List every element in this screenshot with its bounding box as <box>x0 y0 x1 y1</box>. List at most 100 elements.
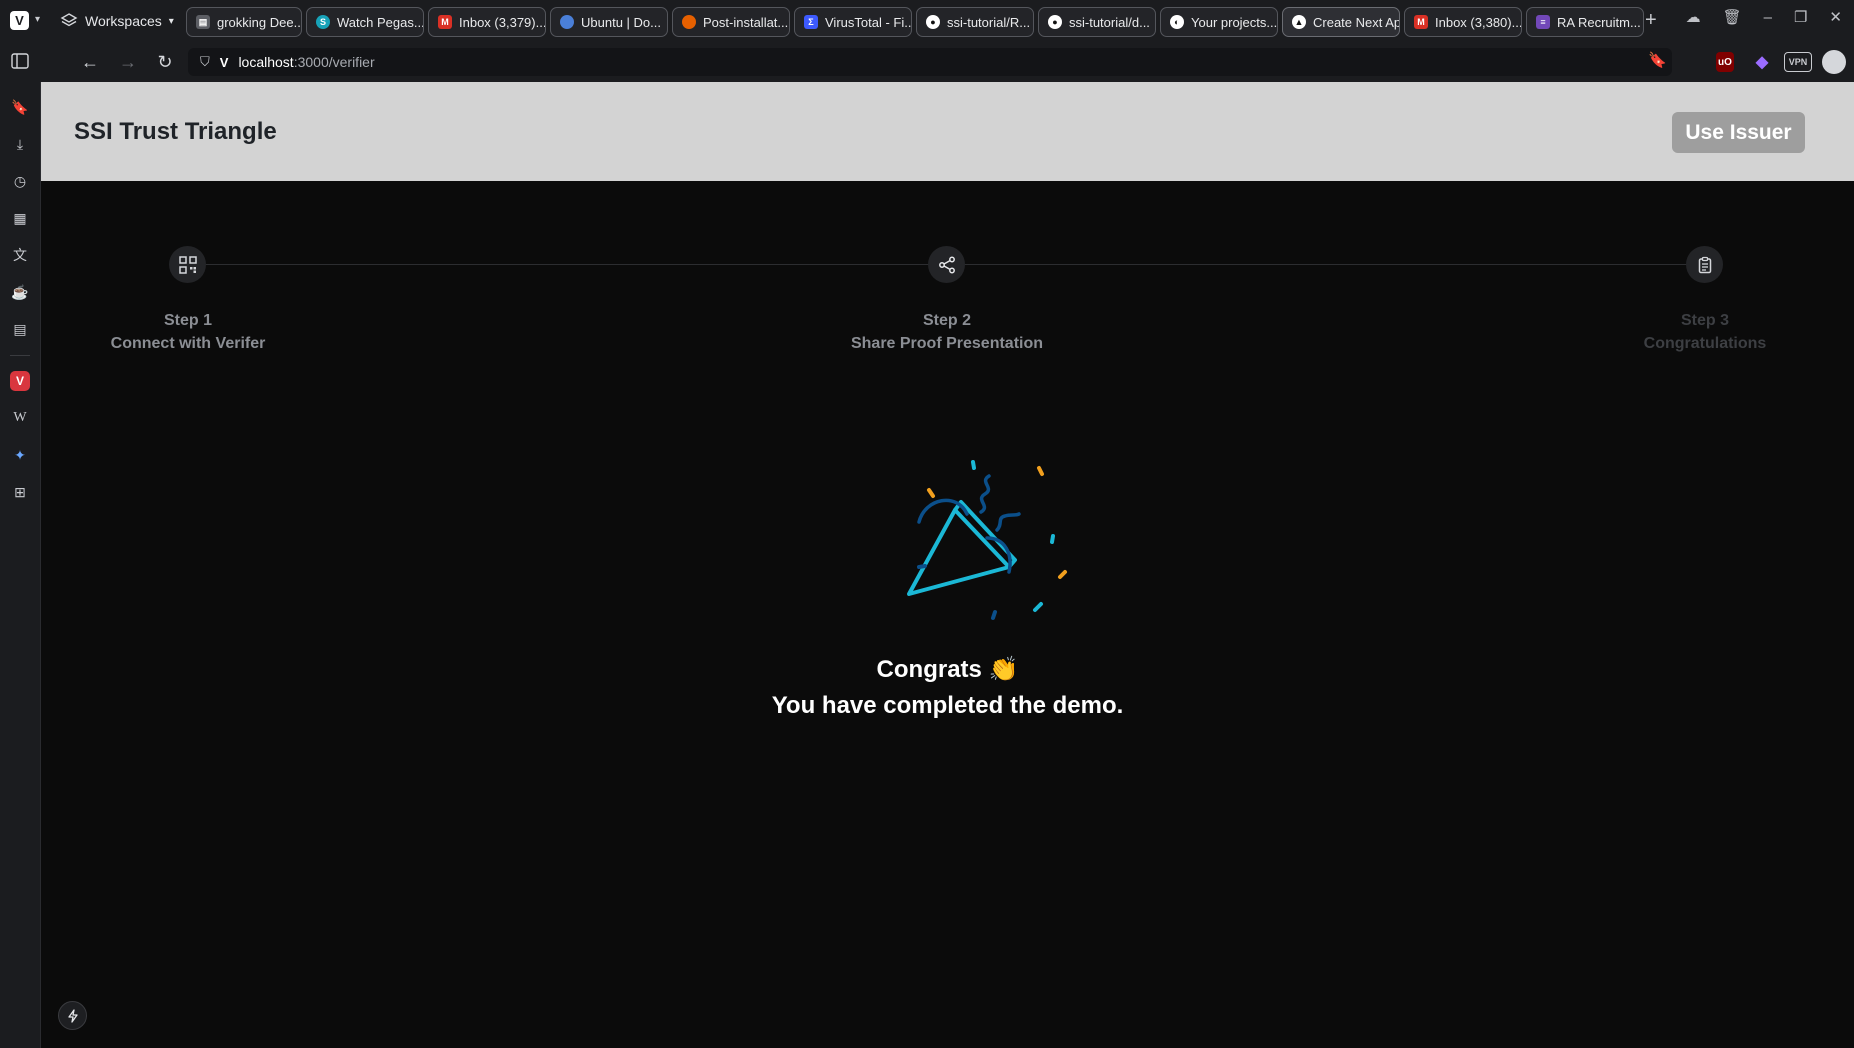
shield-icon[interactable]: ⛉ <box>200 54 210 70</box>
vpn-icon[interactable]: VPN <box>1784 52 1812 72</box>
workspaces-label: Workspaces <box>85 13 162 29</box>
github-icon: ● <box>1048 15 1062 29</box>
window-controls: ☁ 🗑 – ❐ ✕ <box>1686 8 1842 27</box>
browser-side-panel: 🔖 ⤓ ◷ ▦ 文 ☕ ▤ V W ✦ ⊞ <box>0 82 41 1048</box>
maximize-icon[interactable]: ❐ <box>1794 8 1807 26</box>
step-1-subtitle: Connect with Verifer <box>110 335 266 352</box>
gmail-icon: M <box>438 15 452 29</box>
back-icon[interactable]: ← <box>79 51 101 73</box>
url-host: localhost <box>238 54 294 70</box>
tab-your-projects[interactable]: ◐ Your projects... <box>1160 7 1278 37</box>
clipboard-icon <box>1698 256 1711 273</box>
add-panel-icon[interactable]: ⊞ <box>10 482 30 502</box>
party-popper-illustration <box>907 460 1067 620</box>
tab-label: Post-installat... <box>703 14 789 30</box>
share-icon <box>938 256 955 273</box>
minimize-icon[interactable]: – <box>1764 9 1772 26</box>
tab-ubuntu[interactable]: Ubuntu | Do... <box>550 7 668 37</box>
gemini-panel-icon[interactable]: ✦ <box>10 445 30 465</box>
calendar-panel-icon[interactable]: ▦ <box>10 208 30 228</box>
gmail-icon: M <box>1414 15 1428 29</box>
github-icon: ● <box>926 15 940 29</box>
cloud-sync-icon[interactable]: ☁ <box>1686 8 1701 26</box>
chevron-down-icon[interactable]: ▾ <box>35 14 40 25</box>
wikipedia-panel-icon[interactable]: W <box>10 408 30 428</box>
tab-label: VirusTotal - Fi... <box>825 14 912 30</box>
trash-icon[interactable]: 🗑 <box>1723 8 1742 26</box>
tab-create-next-app[interactable]: ▲ Create Next Ap <box>1282 7 1400 37</box>
layers-icon <box>60 13 78 27</box>
downloads-panel-icon[interactable]: ⤓ <box>10 134 30 154</box>
step-2-title: Step 2 <box>922 312 971 329</box>
forward-icon[interactable]: → <box>117 51 139 73</box>
vivaldi-menu-icon[interactable]: V <box>10 11 29 30</box>
site-v-icon: V <box>219 54 229 70</box>
step-3-circle <box>1686 246 1723 283</box>
tab-label: Inbox (3,379)... <box>459 14 546 30</box>
tab-label: ssi-tutorial/R... <box>947 14 1031 30</box>
translate-panel-icon[interactable]: 文 <box>10 245 30 265</box>
completed-message: You have completed the demo. <box>771 692 1124 719</box>
bookmark-icon[interactable]: 🔖 <box>1648 51 1667 69</box>
use-issuer-button[interactable]: Use Issuer <box>1672 112 1805 153</box>
reload-icon[interactable]: ↻ <box>154 51 176 73</box>
step-2-subtitle: Share Proof Presentation <box>850 335 1044 352</box>
doc-icon: ▤ <box>196 15 210 29</box>
step-2-circle <box>928 246 965 283</box>
next-icon: ▲ <box>1292 15 1306 29</box>
tab-label: grokking Dee... <box>217 14 302 30</box>
panel-toggle-icon[interactable] <box>9 51 31 73</box>
project-icon: ◐ <box>1170 15 1184 29</box>
browser-tab-strip: V ▾ Workspaces ▾ ▤ grokking Dee... S Watch… <box>0 0 1854 42</box>
tab-label: Ubuntu | Do... <box>581 14 661 30</box>
globe-icon <box>560 15 574 29</box>
tab-list: ▤ grokking Dee... S Watch Pegas... M Inbox … <box>186 7 1644 37</box>
url-path: :3000/verifier <box>293 54 375 70</box>
ublock-icon[interactable]: uO <box>1716 52 1734 72</box>
reader-panel-icon[interactable]: ☕ <box>10 282 30 302</box>
firefox-icon <box>682 15 696 29</box>
tab-label: RA Recruitm... <box>1557 14 1641 30</box>
tab-grokking[interactable]: ▤ grokking Dee... <box>186 7 302 37</box>
dev-tools-button[interactable] <box>58 1001 87 1030</box>
tab-ssi-tutorial-d[interactable]: ● ssi-tutorial/d... <box>1038 7 1156 37</box>
forms-icon: ≡ <box>1536 15 1550 29</box>
step-3-title: Step 3 <box>1680 312 1729 329</box>
tab-inbox-3379[interactable]: M Inbox (3,379)... <box>428 7 546 37</box>
s-icon: S <box>316 15 330 29</box>
step-1-title: Step 1 <box>163 312 212 329</box>
panel-divider <box>10 355 30 356</box>
lightning-bolt-icon <box>67 1008 78 1023</box>
tab-ra-recruitment[interactable]: ≡ RA Recruitm... <box>1526 7 1644 37</box>
virustotal-icon: Σ <box>804 15 818 29</box>
tab-inbox-3380[interactable]: M Inbox (3,380)... <box>1404 7 1522 37</box>
browser-address-bar: ← → ↻ ⛉ V localhost:3000/verifier 🔖 uO ◆… <box>0 42 1854 82</box>
step-3-subtitle: Congratulations <box>1643 335 1767 352</box>
tab-label: Watch Pegas... <box>337 14 424 30</box>
tab-label: ssi-tutorial/d... <box>1069 14 1150 30</box>
new-tab-button[interactable]: + <box>1645 9 1657 31</box>
tab-virustotal[interactable]: Σ VirusTotal - Fi... <box>794 7 912 37</box>
site-title: SSI Trust Triangle <box>74 118 277 145</box>
workspaces-button[interactable]: Workspaces ▾ <box>60 9 174 33</box>
tab-label: Create Next Ap <box>1313 14 1400 30</box>
site-header: SSI Trust Triangle Use Issuer <box>41 82 1854 181</box>
notes-panel-icon[interactable]: ▤ <box>10 319 30 339</box>
chevron-down-icon: ▾ <box>168 15 174 27</box>
congrats-heading: Congrats 👏 <box>876 656 1019 683</box>
url-field[interactable]: ⛉ V localhost:3000/verifier <box>188 48 1672 76</box>
tab-label: Inbox (3,380)... <box>1435 14 1522 30</box>
tab-watch-pegasus[interactable]: S Watch Pegas... <box>306 7 424 37</box>
profile-avatar-icon[interactable] <box>1822 50 1846 74</box>
close-icon[interactable]: ✕ <box>1829 8 1842 26</box>
bookmarks-panel-icon[interactable]: 🔖 <box>10 97 30 117</box>
qr-code-icon <box>178 255 197 274</box>
vivaldi-panel-icon[interactable]: V <box>10 371 30 391</box>
history-panel-icon[interactable]: ◷ <box>10 171 30 191</box>
tab-post-installation[interactable]: Post-installat... <box>672 7 790 37</box>
tab-ssi-tutorial-r[interactable]: ● ssi-tutorial/R... <box>916 7 1034 37</box>
tab-label: Your projects... <box>1191 14 1278 30</box>
step-1-circle <box>169 246 206 283</box>
web-page: SSI Trust Triangle Use Issuer Step 1 Con… <box>41 82 1854 1048</box>
extension-diamond-icon[interactable]: ◆ <box>1753 52 1771 72</box>
